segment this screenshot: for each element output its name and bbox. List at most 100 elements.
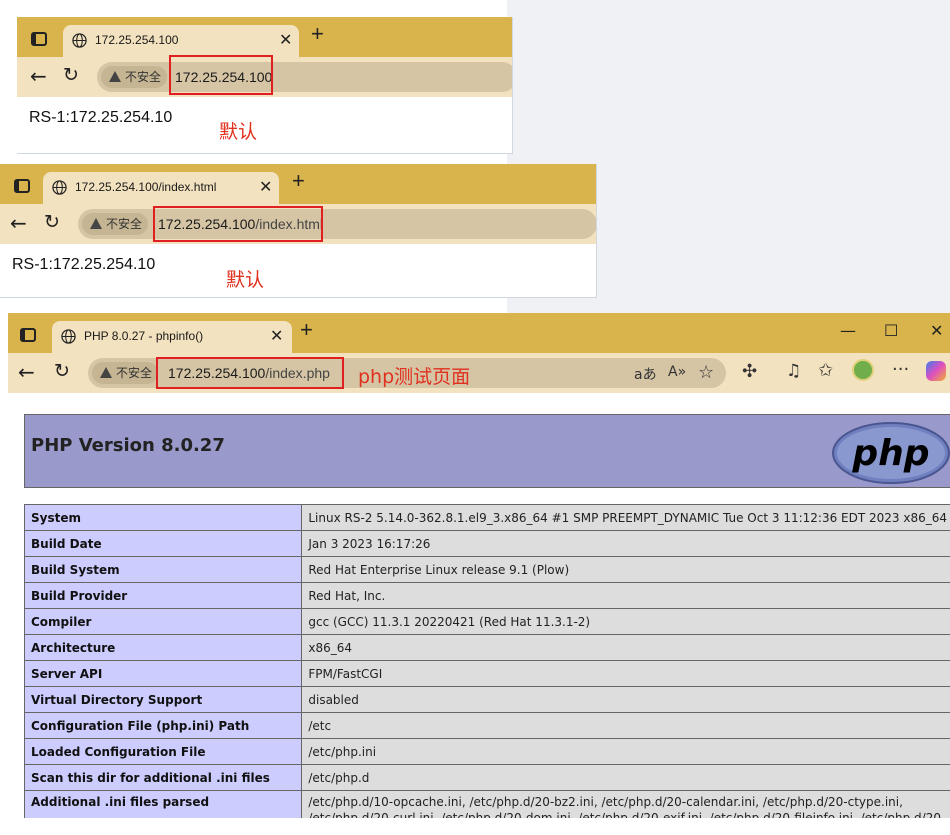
new-tab-icon[interactable]: + <box>300 317 313 343</box>
annotation-label: php测试页面 <box>358 366 471 388</box>
table-row: Build System Red Hat Enterprise Linux rel… <box>23 556 950 583</box>
not-secure-label: 不安全 <box>125 70 162 84</box>
tab-bar: 172.25.254.100 ✕ + <box>17 17 512 57</box>
row-key: Loaded Configuration File <box>23 738 303 765</box>
nav-bar: ← ↻ 不安全 172.25.254.100 <box>17 55 512 97</box>
tab-close-icon[interactable]: ✕ <box>270 326 283 345</box>
php-logo: php <box>832 422 950 484</box>
tab-actions-icon[interactable] <box>14 179 30 193</box>
row-value: Red Hat, Inc. <box>301 582 950 609</box>
row-value-line: gcc (GCC) 11.3.1 20220421 (Red Hat 11.3.… <box>308 614 591 629</box>
tab-bar: 172.25.254.100/index.html ✕ + <box>0 164 596 204</box>
table-row: Build Date Jan 3 2023 16:17:26 <box>23 530 950 557</box>
favorites-icon[interactable]: ✩ <box>818 360 833 381</box>
table-row: Scan this dir for additional .ini files /… <box>23 764 950 791</box>
back-icon[interactable]: ← <box>30 64 47 88</box>
not-secure-label: 不安全 <box>116 366 153 380</box>
row-key: Architecture <box>23 634 303 661</box>
back-icon[interactable]: ← <box>18 360 35 384</box>
reload-icon[interactable]: ↻ <box>54 360 70 382</box>
row-value-line: /etc/php.d/20-curl.ini, /etc/php.d/20-do… <box>308 811 946 818</box>
tab-close-icon[interactable]: ✕ <box>259 177 272 196</box>
tab-actions-icon[interactable] <box>20 328 36 342</box>
php-info-table: System Linux RS-2 5.14.0-362.8.1.el9_3.x8… <box>23 504 950 818</box>
row-value-line: x86_64 <box>308 640 353 655</box>
php-header: PHP Version 8.0.27 php <box>24 414 950 488</box>
page-content-text: RS-1:172.25.254.10 <box>29 109 173 126</box>
tab-title: 172.25.254.100 <box>95 33 179 47</box>
nav-bar: ← ↻ 不安全 172.25.254.100/index.php aあ A» ☆… <box>8 353 950 393</box>
row-value: disabled <box>301 686 950 713</box>
highlight-box <box>156 357 344 389</box>
more-menu-icon[interactable]: ··· <box>892 359 909 380</box>
row-value: /etc/php.ini <box>301 738 950 765</box>
row-value-line: Red Hat Enterprise Linux release 9.1 (Pl… <box>308 562 570 577</box>
minimize-icon[interactable]: — <box>840 321 856 340</box>
tab-actions-icon[interactable] <box>31 32 47 46</box>
reload-icon[interactable]: ↻ <box>63 64 79 86</box>
row-value: /etc <box>301 712 950 739</box>
tab-title: 172.25.254.100/index.html <box>75 180 217 194</box>
row-value: x86_64 <box>301 634 950 661</box>
row-value-line: Linux RS-2 5.14.0-362.8.1.el9_3.x86_64 #… <box>308 510 947 525</box>
translate-icon[interactable]: aあ <box>634 364 657 384</box>
not-secure-label: 不安全 <box>106 217 143 231</box>
profile-avatar-icon[interactable] <box>852 359 874 381</box>
tab-bar: PHP 8.0.27 - phpinfo() ✕ + — ☐ ✕ <box>8 313 950 353</box>
nav-bar: ← ↻ 不安全 172.25.254.100/index.html <box>0 204 596 244</box>
row-key: Build Date <box>23 530 303 557</box>
tab-active[interactable]: 172.25.254.100/index.html ✕ <box>43 172 279 204</box>
tab-active[interactable]: 172.25.254.100 ✕ <box>63 25 299 57</box>
maximize-icon[interactable]: ☐ <box>884 321 898 340</box>
table-row: Additional .ini files parsed/etc/php.d/1… <box>23 790 950 818</box>
copilot-icon[interactable] <box>926 361 946 381</box>
row-value-line: disabled <box>308 692 359 707</box>
media-icon[interactable]: ♫ <box>786 361 801 381</box>
extensions-icon[interactable]: ✣ <box>742 361 757 382</box>
tab-active[interactable]: PHP 8.0.27 - phpinfo() ✕ <box>52 321 292 353</box>
new-tab-icon[interactable]: + <box>292 168 305 194</box>
table-row: Loaded Configuration File/etc/php.ini <box>23 738 950 765</box>
tab-title: PHP 8.0.27 - phpinfo() <box>84 329 204 343</box>
globe-icon <box>52 180 67 195</box>
table-row: Configuration File (php.ini) Path/etc <box>23 712 950 739</box>
row-value: /etc/php.d <box>301 764 950 791</box>
table-row: Virtual Directory Support disabled <box>23 686 950 713</box>
new-tab-icon[interactable]: + <box>311 21 324 47</box>
browser-window-1: 172.25.254.100 ✕ + ← ↻ 不安全 172.25.254.10… <box>17 17 513 154</box>
highlight-box <box>169 55 273 95</box>
globe-icon <box>72 33 87 48</box>
table-row: Compiler gcc (GCC) 11.3.1 20220421 (Red H… <box>23 608 950 635</box>
tab-close-icon[interactable]: ✕ <box>279 30 292 49</box>
row-value: gcc (GCC) 11.3.1 20220421 (Red Hat 11.3.… <box>301 608 950 635</box>
highlight-box <box>153 206 323 242</box>
read-aloud-icon[interactable]: A» <box>668 364 686 380</box>
not-secure-badge[interactable]: 不安全 <box>82 213 149 235</box>
row-value: Jan 3 2023 16:17:26 <box>301 530 950 557</box>
annotation-label: 默认 <box>219 121 258 143</box>
page-content-text: RS-1:172.25.254.10 <box>12 256 156 273</box>
phpinfo-page: PHP Version 8.0.27 php System Linux RS-2 … <box>12 398 950 818</box>
table-row: Architecture x86_64 <box>23 634 950 661</box>
table-row: System Linux RS-2 5.14.0-362.8.1.el9_3.x8… <box>23 504 950 531</box>
row-value-line: /etc/php.ini <box>308 744 377 759</box>
warning-icon <box>90 218 102 229</box>
row-key: Server API <box>23 660 303 687</box>
favorite-star-icon[interactable]: ☆ <box>698 362 714 383</box>
table-row: Server API FPM/FastCGI <box>23 660 950 687</box>
not-secure-badge[interactable]: 不安全 <box>101 66 168 88</box>
not-secure-badge[interactable]: 不安全 <box>92 362 159 384</box>
row-value-line: Red Hat, Inc. <box>308 588 386 603</box>
row-key: Scan this dir for additional .ini files <box>23 764 303 791</box>
close-window-icon[interactable]: ✕ <box>930 321 943 340</box>
row-key: Additional .ini files parsed <box>23 790 303 818</box>
php-logo-text: php <box>851 433 929 474</box>
back-icon[interactable]: ← <box>10 211 27 235</box>
row-key: Configuration File (php.ini) Path <box>23 712 303 739</box>
row-value: /etc/php.d/10-opcache.ini, /etc/php.d/20… <box>301 790 950 818</box>
table-row: Build Provider Red Hat, Inc. <box>23 582 950 609</box>
reload-icon[interactable]: ↻ <box>44 211 60 233</box>
row-value-line: /etc/php.d <box>308 770 370 785</box>
browser-window-2: 172.25.254.100/index.html ✕ + ← ↻ 不安全 17… <box>0 164 597 298</box>
address-bar[interactable]: 不安全 172.25.254.100 <box>97 62 512 92</box>
